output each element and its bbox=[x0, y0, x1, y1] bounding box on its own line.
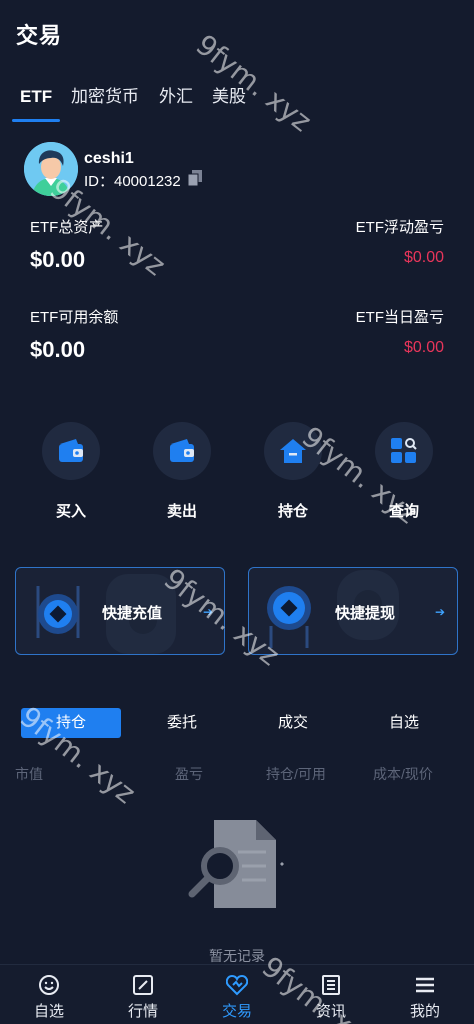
smile-icon bbox=[39, 975, 59, 995]
available-balance-value: $0.00 bbox=[30, 337, 86, 362]
home-icon bbox=[280, 439, 306, 463]
empty-state-icon bbox=[186, 818, 286, 910]
query-button[interactable] bbox=[375, 422, 433, 480]
avatar[interactable] bbox=[24, 142, 78, 196]
column-market-value: 市值 bbox=[15, 766, 43, 782]
chart-icon bbox=[133, 975, 153, 995]
trade-icon bbox=[226, 974, 248, 996]
wallet-icon bbox=[170, 439, 194, 462]
float-pnl-label: ETF浮动盈亏 bbox=[355, 219, 444, 236]
tab-watchlist[interactable]: 自选 bbox=[354, 708, 454, 738]
nav-trade[interactable]: 交易 bbox=[190, 965, 284, 1024]
copy-icon[interactable] bbox=[187, 170, 202, 187]
daily-pnl-label: ETF当日盈亏 bbox=[355, 309, 444, 326]
username: ceshi1 bbox=[84, 150, 134, 167]
quick-deposit-card[interactable]: 快捷充值 ➔ bbox=[15, 567, 225, 655]
active-tab-indicator bbox=[12, 119, 60, 122]
wallet-icon bbox=[59, 439, 83, 462]
float-pnl-value: $0.00 bbox=[403, 249, 444, 266]
tab-trades[interactable]: 成交 bbox=[243, 708, 343, 738]
tab-forex[interactable]: 外汇 bbox=[159, 82, 193, 112]
nav-profile-label: 我的 bbox=[409, 1003, 440, 1020]
tab-etf[interactable]: ETF bbox=[20, 82, 52, 112]
column-pnl: 盈亏 bbox=[175, 766, 203, 782]
arrow-right-icon: ➔ bbox=[203, 605, 214, 619]
menu-icon bbox=[416, 977, 434, 993]
sell-button[interactable] bbox=[153, 422, 211, 480]
nav-market-label: 行情 bbox=[127, 1003, 158, 1020]
nav-watchlist-label: 自选 bbox=[33, 1003, 64, 1020]
grid-search-icon bbox=[391, 438, 417, 463]
nav-trade-label: 交易 bbox=[221, 1003, 252, 1020]
quick-deposit-label: 快捷充值 bbox=[102, 605, 163, 622]
column-cost-price: 成本/现价 bbox=[373, 766, 433, 782]
tab-us-stocks[interactable]: 美股 bbox=[212, 82, 246, 112]
nav-news-label: 资讯 bbox=[315, 1003, 346, 1020]
page-title: 交易 bbox=[16, 23, 63, 48]
daily-pnl-value: $0.00 bbox=[403, 339, 444, 356]
sell-label: 卖出 bbox=[166, 503, 197, 520]
empty-state-text: 暂无记录 bbox=[209, 948, 265, 964]
quick-withdraw-card[interactable]: 快捷提现 ➔ bbox=[248, 567, 458, 655]
user-id: ID：40001232 bbox=[84, 173, 181, 190]
news-icon bbox=[322, 975, 340, 995]
tab-positions[interactable]: 持仓 bbox=[21, 708, 121, 738]
positions-button[interactable] bbox=[264, 422, 322, 480]
market-tabs: ETF 加密货币 外汇 美股 bbox=[0, 82, 474, 124]
nav-profile[interactable]: 我的 bbox=[378, 965, 472, 1024]
nav-market[interactable]: 行情 bbox=[96, 965, 190, 1024]
total-assets-label: ETF总资产 bbox=[30, 219, 104, 236]
arrow-right-icon: ➔ bbox=[435, 605, 446, 619]
positions-label: 持仓 bbox=[277, 503, 308, 520]
buy-button[interactable] bbox=[42, 422, 100, 480]
total-assets-value: $0.00 bbox=[30, 247, 86, 272]
tab-orders[interactable]: 委托 bbox=[132, 708, 232, 738]
bottom-nav: 自选 行情 交易 资讯 我的 bbox=[0, 964, 474, 1024]
column-position-available: 持仓/可用 bbox=[266, 766, 326, 782]
tab-crypto[interactable]: 加密货币 bbox=[71, 82, 139, 112]
query-label: 查询 bbox=[388, 503, 419, 520]
nav-news[interactable]: 资讯 bbox=[284, 965, 378, 1024]
buy-label: 买入 bbox=[55, 503, 86, 520]
nav-watchlist[interactable]: 自选 bbox=[2, 965, 96, 1024]
quick-withdraw-label: 快捷提现 bbox=[335, 605, 396, 622]
available-balance-label: ETF可用余额 bbox=[30, 309, 119, 326]
